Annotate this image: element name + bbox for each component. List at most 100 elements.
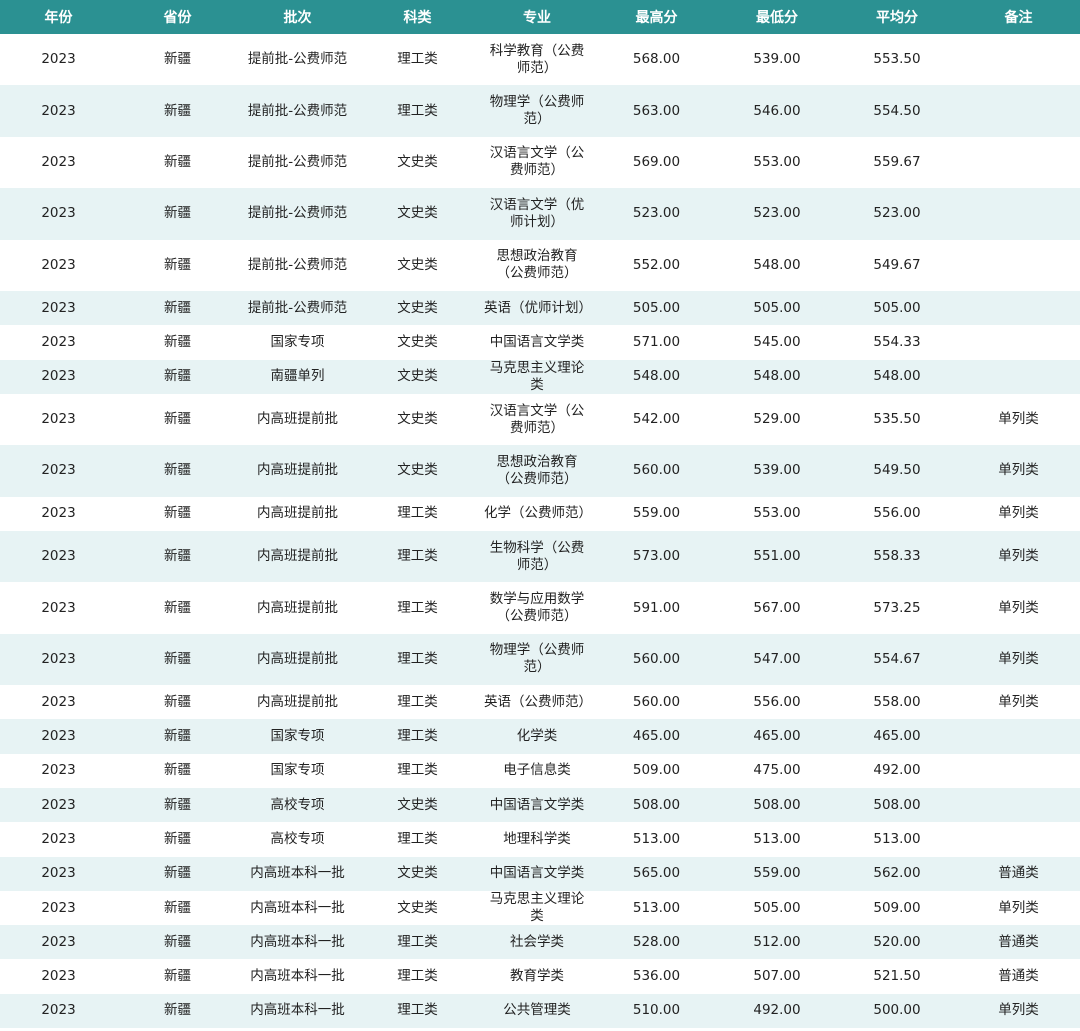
cell-avg-score: 553.50: [873, 51, 921, 68]
cell-note: 普通类: [998, 968, 1039, 985]
cell-min-score: 559.00: [753, 865, 801, 882]
cell-category: 文史类: [397, 796, 438, 813]
cell-note: 单列类: [998, 505, 1039, 522]
cell-min-score: 548.00: [753, 256, 801, 273]
table-row: 2023 新疆 内高班提前批 理工类 物理学（公费师范） 560.00 547.00 554.…: [0, 633, 1080, 686]
cell-province: 新疆: [164, 102, 191, 119]
cell-major: 汉语言文学（公费师范）: [489, 145, 585, 179]
table-row: 2023 新疆 内高班本科一批 文史类 马克思主义理论类 513.00 505.00 509.…: [0, 890, 1080, 926]
cell-year: 2023: [41, 102, 76, 119]
cell-province: 新疆: [164, 865, 191, 882]
table-row: 2023 新疆 内高班提前批 文史类 思想政治教育（公费师范） 560.00 539.00 5…: [0, 445, 1080, 497]
cell-batch: 内高班提前批: [257, 411, 338, 428]
cell-max-score: 536.00: [632, 968, 681, 985]
cell-batch: 提前批-公费师范: [247, 153, 348, 170]
table-body: 2023 新疆 提前批-公费师范 理工类 科学教育（公费师范） 568.00 539.00 5…: [0, 34, 1080, 1029]
cell-major: 物理学（公费师范）: [489, 94, 585, 128]
cell-category: 文史类: [397, 153, 438, 170]
cell-major: 社会学类: [510, 933, 564, 950]
cell-max-score: 591.00: [632, 599, 681, 616]
cell-province: 新疆: [164, 650, 191, 667]
cell-max-score: 552.00: [632, 256, 681, 273]
cell-min-score: 551.00: [753, 548, 801, 565]
cell-province: 新疆: [164, 505, 191, 522]
cell-category: 文史类: [397, 256, 438, 273]
header-province: 省份: [163, 10, 192, 26]
cell-province: 新疆: [164, 548, 191, 565]
cell-province: 新疆: [164, 411, 191, 428]
cell-avg-score: 509.00: [873, 899, 921, 916]
table-header: 年份 省份 批次 科类 专业 最高分 最低分 平均分 备注: [0, 0, 1080, 34]
cell-batch: 提前批-公费师范: [247, 205, 348, 222]
cell-batch: 提前批-公费师范: [247, 51, 348, 68]
cell-note: 单列类: [998, 693, 1039, 710]
cell-max-score: 523.00: [632, 205, 681, 222]
table-row: 2023 新疆 内高班提前批 理工类 生物科学（公费师范） 573.00 551.00 558…: [0, 530, 1080, 583]
cell-avg-score: 554.50: [873, 102, 921, 119]
cell-province: 新疆: [164, 256, 191, 273]
cell-category: 理工类: [397, 968, 438, 985]
cell-province: 新疆: [164, 762, 191, 779]
cell-batch: 高校专项: [270, 796, 325, 813]
cell-avg-score: 556.00: [873, 505, 921, 522]
header-max-score: 最高分: [635, 10, 678, 26]
cell-batch: 内高班本科一批: [250, 1002, 345, 1019]
cell-category: 理工类: [397, 933, 438, 950]
table-row: 2023 新疆 提前批-公费师范 理工类 科学教育（公费师范） 568.00 539.00 5…: [0, 34, 1080, 86]
header-note: 备注: [1004, 10, 1033, 26]
table-row: 2023 新疆 内高班本科一批 理工类 社会学类 528.00 512.00 520.00 普通…: [0, 925, 1080, 960]
cell-note: [957, 240, 1080, 291]
cell-min-score: 553.00: [753, 505, 801, 522]
cell-note: [957, 822, 1080, 856]
cell-year: 2023: [41, 333, 76, 350]
cell-min-score: 547.00: [753, 650, 801, 667]
cell-category: 理工类: [397, 830, 438, 847]
cell-batch: 内高班本科一批: [250, 865, 345, 882]
cell-major: 中国语言文学类: [489, 333, 585, 350]
cell-avg-score: 554.33: [873, 333, 921, 350]
cell-category: 文史类: [397, 462, 438, 479]
cell-min-score: 539.00: [753, 51, 801, 68]
cell-major: 英语（优师计划）: [484, 299, 592, 316]
cell-category: 理工类: [397, 728, 438, 745]
cell-province: 新疆: [164, 599, 191, 616]
cell-category: 文史类: [397, 333, 438, 350]
cell-avg-score: 508.00: [873, 796, 921, 813]
cell-batch: 内高班提前批: [257, 548, 338, 565]
table-row: 2023 新疆 提前批-公费师范 文史类 汉语言文学（优师计划） 523.00 523.00…: [0, 188, 1080, 240]
cell-year: 2023: [41, 933, 76, 950]
cell-note: [957, 360, 1080, 394]
cell-major: 公共管理类: [503, 1002, 571, 1019]
cell-category: 理工类: [397, 102, 438, 119]
cell-max-score: 568.00: [632, 51, 681, 68]
cell-category: 文史类: [397, 411, 438, 428]
table-row: 2023 新疆 提前批-公费师范 理工类 物理学（公费师范） 563.00 546.00 55…: [0, 85, 1080, 137]
cell-major: 数学与应用数学（公费师范）: [489, 591, 585, 624]
cell-min-score: 548.00: [753, 368, 801, 385]
table-row: 2023 新疆 国家专项 文史类 中国语言文学类 571.00 545.00 554.33: [0, 325, 1080, 360]
cell-note: 单列类: [998, 1002, 1039, 1019]
cell-year: 2023: [41, 693, 76, 710]
cell-province: 新疆: [164, 830, 191, 847]
cell-note: [957, 291, 1080, 325]
cell-batch: 内高班本科一批: [250, 899, 345, 916]
cell-note: 普通类: [998, 933, 1039, 950]
cell-province: 新疆: [164, 1002, 191, 1019]
cell-avg-score: 465.00: [873, 728, 921, 745]
cell-province: 新疆: [164, 968, 191, 985]
cell-avg-score: 535.50: [873, 411, 921, 428]
cell-max-score: 573.00: [632, 548, 681, 565]
cell-province: 新疆: [164, 693, 191, 710]
cell-note: 单列类: [998, 411, 1039, 428]
cell-category: 理工类: [397, 762, 438, 779]
cell-province: 新疆: [164, 205, 191, 222]
cell-note: 普通类: [998, 865, 1039, 882]
cell-note: 单列类: [998, 899, 1039, 916]
cell-province: 新疆: [164, 153, 191, 170]
cell-category: 理工类: [397, 51, 438, 68]
header-min-score: 最低分: [756, 10, 798, 26]
cell-max-score: 559.00: [632, 505, 681, 522]
table-row: 2023 新疆 内高班本科一批 理工类 教育学类 536.00 507.00 521.50 普通…: [0, 959, 1080, 994]
cell-category: 理工类: [397, 650, 438, 667]
cell-min-score: 465.00: [753, 728, 801, 745]
